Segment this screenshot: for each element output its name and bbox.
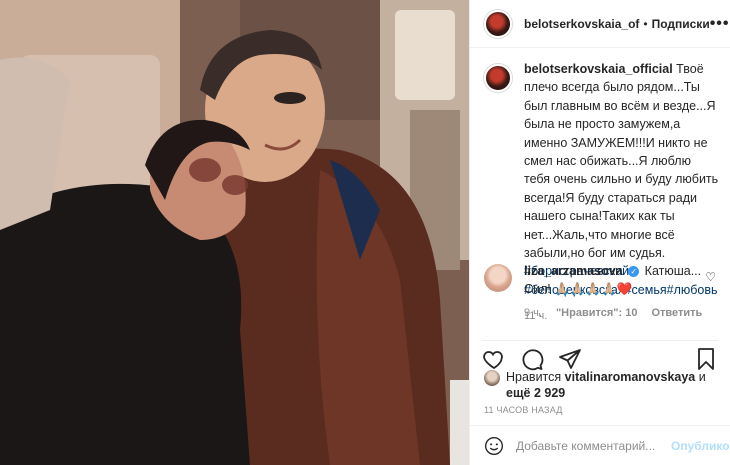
comment-time[interactable]: 9 ч. — [524, 307, 542, 319]
caption-avatar[interactable] — [484, 64, 512, 92]
liker-avatar[interactable] — [484, 370, 500, 386]
action-bar — [482, 340, 718, 370]
following-button[interactable]: Подписки — [652, 17, 710, 31]
comment-like-icon[interactable]: ♡ — [705, 270, 716, 284]
post-header: belotserkovskaia_of • Подписки ••• — [470, 0, 730, 48]
reply-button[interactable]: Ответить — [651, 307, 702, 319]
commenter-avatar[interactable] — [484, 264, 512, 292]
comment-likes[interactable]: "Нравится": 10 — [556, 307, 637, 319]
post-sidebar: belotserkovskaia_of • Подписки ••• belot… — [469, 0, 730, 465]
photo-illustration — [0, 0, 469, 465]
post-photo[interactable] — [0, 0, 469, 465]
commenter-username[interactable]: liza_arzamasova — [524, 264, 623, 278]
comment-meta: 9 ч. "Нравится": 10 Ответить — [524, 307, 722, 319]
bookmark-icon[interactable] — [694, 347, 718, 371]
likes-rest-link[interactable]: ещё 2 929 — [506, 386, 565, 400]
caption-text: Твоё плечо всегда было рядом...Ты был гл… — [524, 62, 719, 261]
author-avatar[interactable] — [484, 9, 512, 38]
likes-rest-prefix: ещё — [506, 386, 534, 400]
comment-composer: Опубликовать — [470, 425, 730, 465]
likes-prefix: Нравится — [506, 370, 565, 384]
verified-icon: ✓ — [628, 266, 640, 278]
likes-count: 2 929 — [533, 386, 566, 400]
publish-button[interactable]: Опубликовать — [671, 439, 730, 453]
posted-time[interactable]: 11 часов назад — [484, 405, 563, 415]
comment-item: liza_arzamasova ✓ Катюша... Сил! 🙏🏼🙏🏼🙏🏼🙏… — [484, 262, 722, 319]
emoji-icon[interactable] — [484, 436, 504, 456]
comment-input[interactable] — [516, 438, 671, 453]
caption-username[interactable]: belotserkovskaia_official — [524, 62, 673, 76]
author-username[interactable]: belotserkovskaia_of — [524, 17, 639, 31]
instagram-post: belotserkovskaia_of • Подписки ••• belot… — [0, 0, 730, 465]
comment-icon[interactable] — [520, 347, 544, 371]
header-separator: • — [643, 16, 648, 31]
likes-middle: и — [695, 370, 706, 384]
likes-summary: Нравится vitalinaromanovskaya и ещё 2 92… — [484, 369, 720, 401]
liker-username[interactable]: vitalinaromanovskaya — [565, 370, 696, 384]
heart-icon[interactable] — [482, 347, 506, 371]
share-icon[interactable] — [558, 347, 582, 371]
more-icon[interactable]: ••• — [710, 15, 730, 33]
